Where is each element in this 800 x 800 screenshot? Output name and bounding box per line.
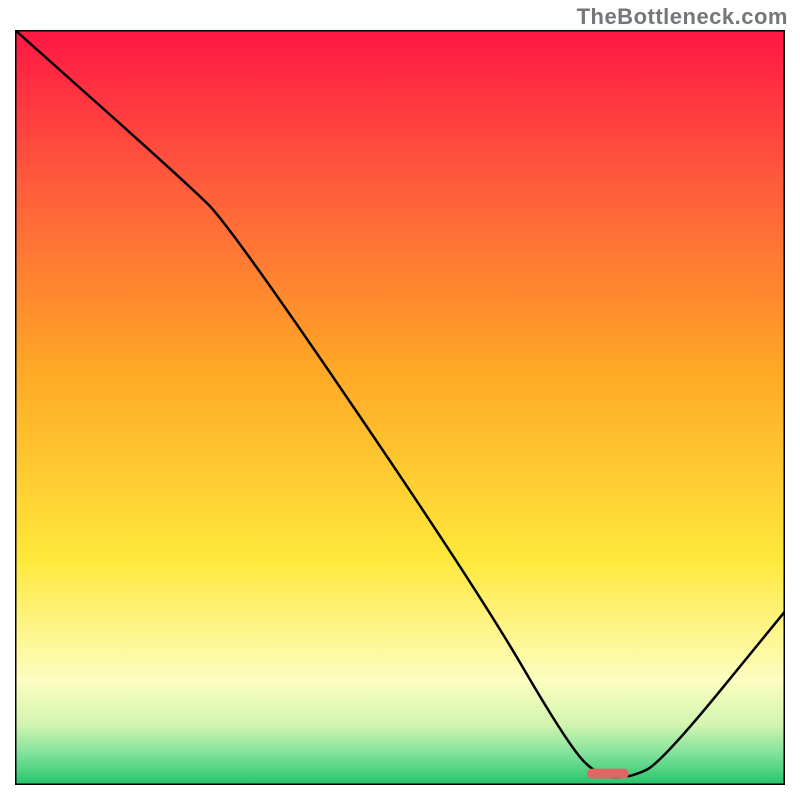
chart-marker-pill bbox=[587, 769, 629, 779]
chart-svg bbox=[15, 30, 785, 785]
chart-background bbox=[15, 30, 785, 785]
watermark-text: TheBottleneck.com bbox=[577, 4, 788, 30]
chart-plot-area bbox=[15, 30, 785, 785]
